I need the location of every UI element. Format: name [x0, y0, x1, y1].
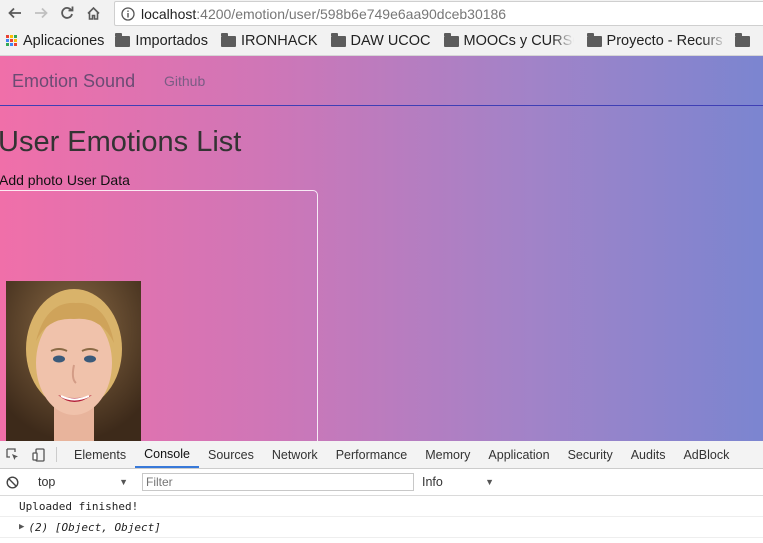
address-bar[interactable]: localhost:4200/emotion/user/598b6e749e6a… [114, 1, 763, 26]
page-viewport: Emotion Sound Github User Emotions List … [0, 56, 763, 441]
devtools-tabbar: Elements Console Sources Network Perform… [0, 441, 763, 469]
tab-console[interactable]: Console [135, 441, 199, 468]
console-message-text: Uploaded finished! [19, 499, 139, 513]
url-path: :4200/emotion/user/598b6e749e6aa90dceb30… [196, 5, 507, 22]
bookmark-proyecto[interactable]: Proyecto - Recurs [586, 32, 727, 49]
folder-icon [115, 33, 131, 47]
dropdown-arrow-icon: ▼ [119, 477, 128, 487]
forward-arrow-icon [35, 7, 48, 19]
bookmark-daw-ucoc[interactable]: DAW UCOC [330, 32, 431, 49]
folder-icon [330, 33, 346, 47]
github-link[interactable]: Github [164, 73, 205, 89]
tab-audits[interactable]: Audits [622, 441, 675, 468]
url-host: localhost [141, 5, 197, 22]
bookmark-ironhack[interactable]: IRONHACK [220, 32, 318, 49]
clear-console-icon[interactable] [6, 475, 19, 489]
page-links: Add photo User Data [0, 172, 134, 188]
folder-icon [220, 33, 236, 47]
console-filterbar: top ▼ Info ▼ [0, 469, 763, 496]
log-level-select[interactable]: Info ▼ [422, 475, 494, 489]
tab-application[interactable]: Application [479, 441, 558, 468]
back-button[interactable] [4, 2, 26, 24]
console-message[interactable]: ▶ (2) [Object, Object] [0, 517, 763, 538]
bookmark-label: Importados [135, 32, 208, 49]
apps-grid-icon [6, 34, 18, 47]
context-value: top [38, 475, 56, 489]
log-level-value: Info [422, 475, 443, 489]
bookmarks-bar: Aplicaciones Importados IRONHACK DAW UCO… [0, 26, 763, 56]
home-icon [86, 6, 100, 20]
bookmark-importados[interactable]: Importados [115, 33, 208, 49]
console-message: Uploaded finished! [0, 496, 763, 517]
context-select[interactable]: top ▼ [34, 475, 128, 489]
inspect-element-icon[interactable] [0, 441, 26, 468]
app-navbar: Emotion Sound Github [0, 56, 763, 106]
tab-sources[interactable]: Sources [199, 441, 263, 468]
dropdown-arrow-icon: ▼ [485, 477, 494, 487]
bookmark-label: DAW UCOC [350, 32, 431, 49]
folder-icon [734, 33, 750, 47]
bookmark-overflow[interactable] [734, 33, 750, 47]
tab-performance[interactable]: Performance [327, 441, 417, 468]
browser-toolbar: localhost:4200/emotion/user/598b6e749e6a… [0, 0, 763, 26]
tab-elements[interactable]: Elements [65, 441, 135, 468]
add-photo-link[interactable]: Add photo [0, 172, 63, 188]
user-photo [6, 281, 141, 441]
bookmark-label: IRONHACK [240, 32, 318, 49]
tab-adblock[interactable]: AdBlock [674, 441, 738, 468]
user-data-link[interactable]: User Data [67, 172, 130, 188]
forward-button[interactable] [30, 2, 52, 24]
tab-security[interactable]: Security [559, 441, 622, 468]
folder-icon [586, 33, 602, 47]
tab-separator [56, 447, 57, 462]
bookmark-label: MOOCs y CURSOS [463, 32, 574, 49]
site-info-icon[interactable] [121, 6, 135, 21]
bookmark-moocs[interactable]: MOOCs y CURSOS [443, 32, 574, 49]
folder-icon [443, 33, 459, 47]
expand-triangle-icon[interactable]: ▶ [19, 522, 24, 532]
back-arrow-icon [8, 7, 21, 19]
home-button[interactable] [82, 2, 104, 24]
bookmark-apps[interactable]: Aplicaciones [6, 33, 104, 49]
app-brand[interactable]: Emotion Sound [12, 71, 135, 92]
page-title: User Emotions List [0, 126, 242, 158]
console-filter-input[interactable] [142, 473, 414, 491]
reload-button[interactable] [56, 2, 78, 24]
devtools-panel: Elements Console Sources Network Perform… [0, 441, 763, 543]
device-toolbar-icon[interactable] [26, 441, 52, 468]
tab-memory[interactable]: Memory [416, 441, 479, 468]
tab-network[interactable]: Network [263, 441, 327, 468]
bookmark-label: Proyecto - Recurs [606, 32, 723, 49]
bookmark-label: Aplicaciones [23, 32, 105, 49]
console-message-text: (2) [Object, Object] [28, 520, 161, 534]
reload-icon [61, 6, 74, 19]
